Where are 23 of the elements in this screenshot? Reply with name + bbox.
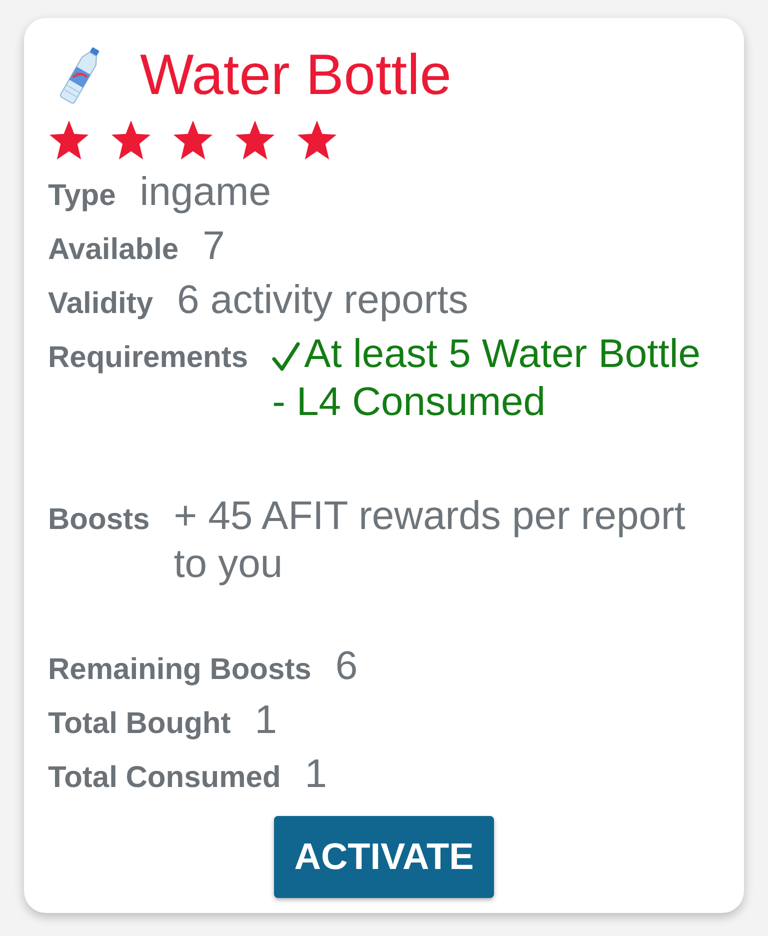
star-icon — [110, 120, 152, 160]
detail-value: 6 activity reports — [177, 277, 468, 324]
detail-label: Type — [48, 179, 116, 213]
boosts-value: + 45 AFIT rewards per report to you — [174, 493, 686, 588]
star-icon — [48, 120, 90, 160]
detail-label: Validity — [48, 287, 154, 321]
total-value: 6 — [335, 643, 358, 690]
requirement-text: At least 5 Water Bottle - L4 Consumed — [272, 332, 701, 424]
detail-value: 7 — [202, 223, 225, 270]
activate-button[interactable]: ACTIVATE — [274, 816, 494, 898]
total-value: 1 — [304, 751, 328, 798]
detail-value: ingame — [140, 169, 271, 216]
star-icon — [234, 120, 276, 160]
requirements-label: Requirements — [48, 341, 248, 375]
detail-label: Available — [48, 233, 179, 267]
total-label: Remaining Boosts — [48, 653, 312, 687]
star-icon — [296, 120, 338, 160]
item-title: Water Bottle — [140, 42, 452, 106]
boosts-label: Boosts — [48, 503, 150, 537]
total-label: Total Consumed — [48, 761, 281, 795]
total-label: Total Bought — [48, 707, 231, 741]
star-icon — [172, 120, 214, 160]
total-value: 1 — [254, 697, 277, 744]
